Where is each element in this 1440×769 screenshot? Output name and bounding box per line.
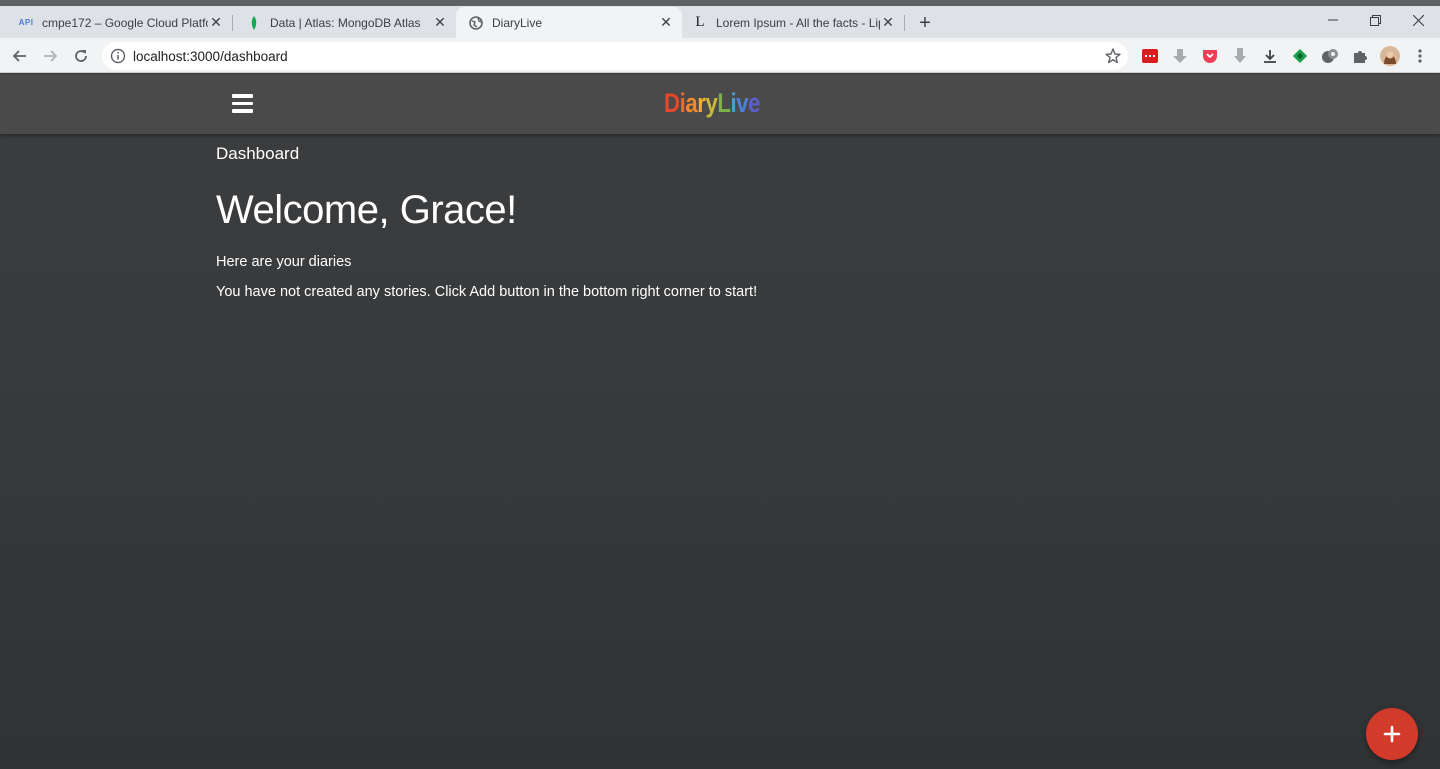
close-icon[interactable]: ✕ — [658, 14, 674, 31]
back-button[interactable] — [8, 44, 32, 68]
close-icon[interactable]: ✕ — [880, 14, 896, 31]
logo-letter: a — [685, 88, 698, 118]
close-icon[interactable]: ✕ — [432, 14, 448, 31]
gray-download-arrow-icon[interactable] — [1170, 46, 1190, 66]
menu-icon[interactable] — [1410, 46, 1430, 66]
tab-title: Lorem Ipsum - All the facts - Lipsum — [716, 15, 880, 30]
empty-state-message: You have not created any stories. Click … — [216, 284, 758, 300]
browser-tabstrip: API cmpe172 – Google Cloud Platform ✕ Da… — [0, 0, 1440, 38]
tab-cmpe172[interactable]: API cmpe172 – Google Cloud Platform ✕ — [0, 7, 232, 38]
forward-button[interactable] — [38, 44, 62, 68]
add-story-button[interactable] — [1366, 708, 1418, 760]
tab-diarylive[interactable]: DiaryLive ✕ — [456, 7, 682, 38]
hamburger-menu-icon[interactable] — [232, 94, 253, 113]
lipsum-l-icon: L — [692, 14, 708, 31]
logo-letter: L — [717, 88, 731, 118]
green-diamond-icon[interactable] — [1290, 46, 1310, 66]
globe-icon — [468, 15, 484, 31]
logo-letter: y — [705, 88, 718, 118]
lipsum-glyph: L — [695, 14, 705, 30]
close-icon[interactable]: ✕ — [208, 14, 224, 31]
window-top-border — [0, 0, 1440, 6]
tab-title: cmpe172 – Google Cloud Platform — [42, 15, 208, 30]
logo-letter: e — [748, 88, 761, 118]
mongodb-leaf-icon — [246, 15, 262, 31]
logo-letter: D — [664, 88, 680, 118]
api-icon: API — [18, 15, 34, 31]
app-navbar: DiaryLive — [0, 74, 1440, 134]
restore-button[interactable] — [1360, 8, 1390, 32]
tab-lorem-ipsum[interactable]: L Lorem Ipsum - All the facts - Lipsum ✕ — [682, 7, 904, 38]
logo-letter: v — [736, 88, 749, 118]
tab-title: DiaryLive — [492, 15, 543, 30]
bookmark-star-icon[interactable] — [1104, 47, 1122, 65]
page-title: Welcome, Grace! — [216, 188, 517, 232]
cookie-icon[interactable] — [1320, 46, 1340, 66]
api-badge: API — [18, 18, 34, 27]
logo-letter: r — [697, 88, 706, 118]
breadcrumb: Dashboard — [216, 144, 300, 163]
url-text[interactable]: localhost:3000/dashboard — [133, 49, 288, 64]
tab-divider — [904, 15, 905, 31]
browser-toolbar: localhost:3000/dashboard — [0, 38, 1440, 73]
gray-arrow-icon[interactable] — [1230, 46, 1250, 66]
info-icon[interactable] — [110, 48, 126, 64]
diaries-subtitle: Here are your diaries — [216, 254, 352, 270]
close-window-button[interactable] — [1403, 8, 1433, 32]
address-bar[interactable]: localhost:3000/dashboard — [102, 42, 1128, 70]
puzzle-icon[interactable] — [1350, 46, 1370, 66]
reload-button[interactable] — [69, 44, 93, 68]
download-icon[interactable] — [1260, 46, 1280, 66]
app-viewport: DiaryLive Dashboard Welcome, Grace! Here… — [0, 74, 1440, 769]
new-tab-button[interactable]: + — [914, 12, 936, 34]
pocket-icon[interactable] — [1200, 46, 1220, 66]
minimize-button[interactable] — [1318, 8, 1348, 32]
red-extension-icon[interactable] — [1140, 46, 1160, 66]
plus-icon — [1383, 725, 1401, 743]
tab-mongodb-atlas[interactable]: Data | Atlas: MongoDB Atlas ✕ — [228, 7, 456, 38]
diarylive-logo[interactable]: DiaryLive — [664, 88, 760, 119]
tab-title: Data | Atlas: MongoDB Atlas — [270, 15, 421, 30]
profile-avatar[interactable] — [1380, 46, 1400, 66]
